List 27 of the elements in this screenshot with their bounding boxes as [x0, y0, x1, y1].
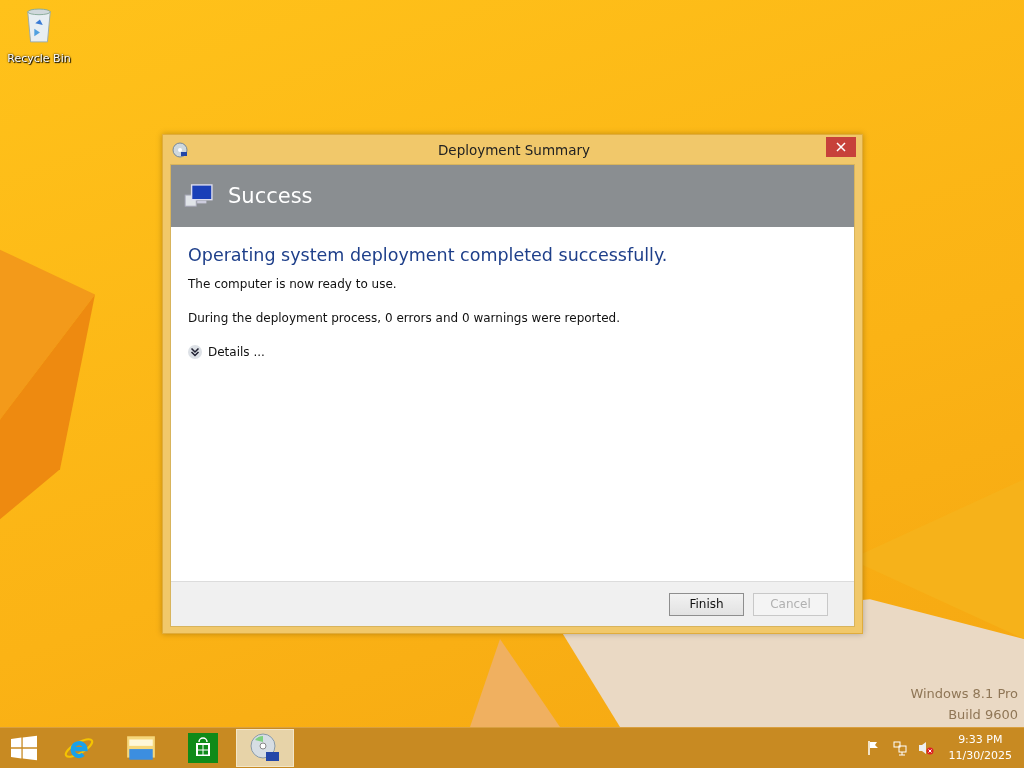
- desktop-shortcut[interactable]: Recycle Bin: [4, 6, 74, 65]
- disc-icon: [172, 141, 188, 158]
- network-icon[interactable]: [891, 740, 908, 756]
- clock-date: 11/30/2025: [948, 748, 1012, 764]
- disc-icon: [249, 732, 281, 764]
- close-icon: [836, 141, 846, 152]
- folder-icon: [125, 734, 157, 762]
- computer-icon: [184, 184, 214, 208]
- desktop-icon-label: Recycle Bin: [7, 52, 71, 65]
- taskbar-clock[interactable]: 9:33 PM 11/30/2025: [948, 732, 1012, 764]
- edition-watermark: Windows 8.1 Pro: [910, 685, 1018, 703]
- message-text: During the deployment process, 0 errors and 0 warnings were reported.: [188, 311, 622, 325]
- build-watermark: Build 9600: [948, 706, 1018, 724]
- taskbar-app[interactable]: [236, 729, 294, 767]
- speaker-muted-icon[interactable]: [917, 740, 934, 756]
- recycle-bin-icon: [24, 6, 54, 44]
- window-title: Deployment Summary: [436, 141, 592, 158]
- result-heading: Operating system deployment completed successfully.: [188, 245, 669, 265]
- banner-title: Success: [228, 184, 313, 208]
- dialog-button[interactable]: Finish: [669, 592, 744, 616]
- windows-logo-icon: [11, 735, 37, 761]
- close-button[interactable]: [826, 136, 856, 157]
- shopping-bag-icon: [188, 733, 218, 763]
- chevron-down-icon: [188, 345, 202, 359]
- message-text: The computer is now ready to use.: [188, 277, 398, 291]
- details-expander[interactable]: Details ...: [188, 345, 265, 359]
- clock-time: 9:33 PM: [958, 732, 1003, 748]
